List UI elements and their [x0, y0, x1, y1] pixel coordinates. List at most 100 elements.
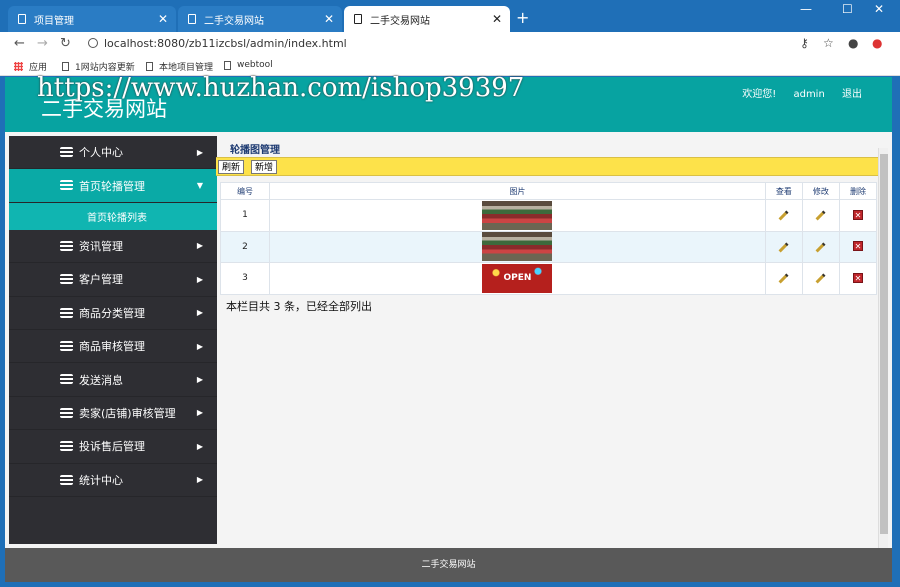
delete-cell: ✕	[838, 230, 878, 263]
chevron-right-icon: ▶	[196, 408, 203, 418]
edit-pencil-icon[interactable]	[815, 210, 826, 221]
sidebar-item-customers[interactable]: 客户管理 ▶	[9, 263, 217, 297]
sidebar-subitem-carousel-list[interactable]: 首页轮播列表	[9, 202, 217, 230]
stack-icon	[60, 274, 73, 285]
row-id: 2	[219, 230, 271, 263]
bookmark-item[interactable]: 1网站内容更新	[62, 60, 135, 73]
view-cell	[764, 262, 803, 295]
info-icon[interactable]	[88, 38, 98, 48]
sidebar-item-news[interactable]: 资讯管理 ▶	[9, 230, 217, 264]
apps-icon	[14, 62, 23, 71]
reload-icon[interactable]: ↻	[60, 36, 71, 51]
url-field[interactable]: localhost:8080/zb11izcbsl/admin/index.ht…	[88, 37, 347, 50]
browser-tab[interactable]: 二手交易网站 ✕	[178, 6, 342, 32]
bookmark-item[interactable]: webtool	[224, 60, 273, 70]
address-bar: ← → ↻ localhost:8080/zb11izcbsl/admin/in…	[0, 32, 900, 56]
back-icon[interactable]: ←	[14, 36, 25, 51]
sidebar-item-product-review[interactable]: 商品审核管理 ▶	[9, 330, 217, 364]
browser-tab-active[interactable]: 二手交易网站 ✕	[344, 6, 510, 32]
stack-icon	[60, 180, 73, 191]
tab-title: 项目管理	[34, 15, 74, 27]
sidebar-item-profile[interactable]: 个人中心 ▶	[9, 136, 217, 170]
logout-link[interactable]: 退出	[842, 89, 862, 100]
delete-cell: ✕	[838, 199, 878, 232]
page-icon	[188, 14, 196, 24]
edit-cell	[801, 230, 840, 263]
page-scrollbar[interactable]	[878, 148, 888, 554]
view-cell	[764, 230, 803, 263]
forward-icon[interactable]: →	[37, 36, 48, 51]
sidebar-item-seller-review[interactable]: 卖家(店铺)审核管理 ▶	[9, 397, 217, 431]
column-header: 查看	[764, 182, 803, 200]
header-links: 欢迎您! admin 退出	[728, 85, 862, 100]
view-pencil-icon[interactable]	[778, 210, 789, 221]
sidebar-item-carousel[interactable]: 首页轮播管理 ▼	[9, 169, 217, 203]
sidebar-item-categories[interactable]: 商品分类管理 ▶	[9, 297, 217, 330]
stack-icon	[60, 474, 73, 485]
column-header: 删除	[838, 182, 878, 200]
page-icon	[354, 14, 362, 24]
stack-icon	[60, 407, 73, 418]
delete-icon[interactable]: ✕	[852, 272, 863, 283]
view-pencil-icon[interactable]	[778, 242, 789, 253]
carousel-image[interactable]	[482, 200, 553, 230]
row-image-cell	[269, 230, 766, 263]
chevron-right-icon: ▶	[196, 441, 203, 451]
page-icon	[224, 60, 231, 70]
page-icon	[62, 62, 69, 71]
row-id: 1	[219, 199, 271, 232]
list-summary: 本栏目共 3 条，已经全部列出	[226, 300, 372, 313]
close-icon[interactable]: ✕	[492, 12, 502, 26]
main-content: 轮播图管理 刷新 新增 编号 图片 查看 修改 删除 1 ✕ 2 ✕ 3 OPE…	[216, 136, 882, 544]
carousel-image[interactable]	[482, 232, 553, 262]
table-row: 3 OPEN ✕	[219, 262, 878, 295]
carousel-image[interactable]: OPEN	[482, 263, 553, 293]
page-title: 轮播图管理	[230, 145, 280, 156]
row-image-cell	[269, 199, 766, 232]
browser-tab[interactable]: 项目管理 ✕	[8, 6, 176, 32]
user-name[interactable]: admin	[793, 89, 824, 100]
sidebar-item-statistics[interactable]: 统计中心 ▶	[9, 464, 217, 497]
delete-icon[interactable]: ✕	[852, 241, 863, 252]
delete-icon[interactable]: ✕	[852, 209, 863, 220]
delete-cell: ✕	[838, 262, 878, 295]
page: 二手交易网站 https://www.huzhan.com/ishop39397…	[5, 73, 892, 582]
new-tab-icon[interactable]: +	[516, 8, 529, 27]
stack-icon	[60, 307, 73, 318]
refresh-button[interactable]: 刷新	[218, 160, 245, 174]
stack-icon	[60, 374, 73, 385]
add-button[interactable]: 新增	[251, 160, 278, 174]
minimize-icon[interactable]: —	[800, 2, 812, 16]
scrollbar-thumb[interactable]	[880, 154, 888, 534]
maximize-icon[interactable]: ☐	[842, 2, 853, 16]
chevron-right-icon: ▶	[196, 241, 203, 251]
view-pencil-icon[interactable]	[778, 273, 789, 284]
chevron-down-icon: ▼	[196, 181, 203, 191]
column-header: 图片	[269, 182, 766, 200]
sidebar-item-messages[interactable]: 发送消息 ▶	[9, 363, 217, 397]
stack-icon	[60, 441, 73, 452]
sidebar-item-complaints[interactable]: 投诉售后管理 ▶	[9, 430, 217, 464]
chevron-right-icon: ▶	[196, 375, 203, 385]
view-cell	[764, 199, 803, 232]
extension-icon[interactable]: ●	[872, 36, 882, 50]
column-header: 编号	[219, 182, 271, 200]
browser-tabbar: 项目管理 ✕ 二手交易网站 ✕ 二手交易网站 ✕ + — ☐ ✕	[0, 0, 900, 32]
sidebar: 个人中心 ▶ 首页轮播管理 ▼ 首页轮播列表 资讯管理 ▶ 客户管理 ▶ 商品分…	[9, 136, 217, 544]
profile-icon[interactable]: ●	[848, 36, 858, 50]
bookmark-apps[interactable]: 应用	[14, 60, 47, 73]
star-icon[interactable]: ☆	[823, 36, 834, 50]
edit-pencil-icon[interactable]	[815, 242, 826, 253]
edit-pencil-icon[interactable]	[815, 273, 826, 284]
watermark-url: https://www.huzhan.com/ishop39397	[37, 73, 525, 103]
welcome-text: 欢迎您!	[742, 89, 777, 100]
close-icon[interactable]: ✕	[158, 12, 168, 26]
close-window-icon[interactable]: ✕	[874, 2, 884, 16]
chevron-right-icon: ▶	[196, 147, 203, 157]
row-id: 3	[219, 262, 271, 295]
key-icon[interactable]: ⚷	[800, 36, 809, 50]
edit-cell	[801, 262, 840, 295]
bookmark-item[interactable]: 本地项目管理	[146, 60, 213, 73]
close-icon[interactable]: ✕	[324, 12, 334, 26]
url-text: localhost:8080/zb11izcbsl/admin/index.ht…	[104, 37, 347, 50]
